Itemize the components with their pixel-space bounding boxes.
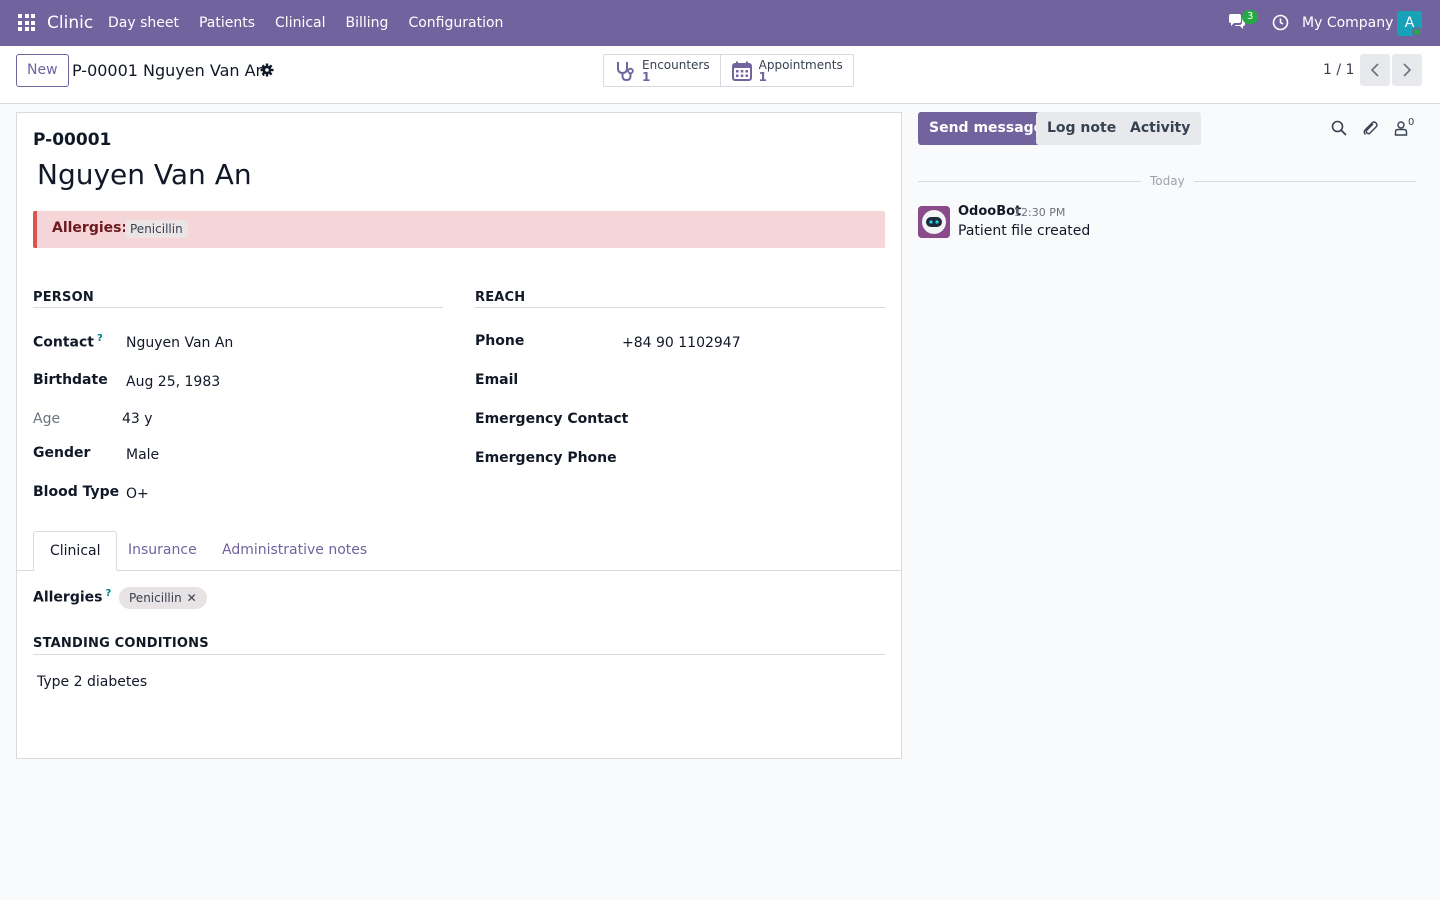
pager-value[interactable]: 1 / 1: [1323, 62, 1354, 78]
chip-remove-icon[interactable]: ✕: [187, 591, 197, 605]
phone-label: Phone: [475, 333, 525, 349]
menu-item-day-sheet[interactable]: Day sheet: [108, 15, 179, 31]
control-panel: New P-00001 Nguyen Van An Encounters 1 A…: [0, 46, 1440, 104]
age-label: Age: [33, 411, 61, 427]
allergy-alert-label: Allergies:: [52, 220, 128, 236]
allergies-label: Allergies?: [33, 588, 111, 606]
patient-name-field[interactable]: Nguyen Van An: [37, 158, 252, 191]
contact-help-icon[interactable]: ?: [97, 333, 103, 344]
menu-item-clinical[interactable]: Clinical: [275, 15, 325, 31]
send-message-button[interactable]: Send message: [918, 112, 1055, 145]
encounters-smart-button[interactable]: Encounters 1: [604, 55, 720, 86]
message-time: 12:30 PM: [1014, 206, 1066, 219]
paperclip-icon[interactable]: [1362, 120, 1378, 136]
breadcrumb: P-00001 Nguyen Van An: [72, 61, 266, 80]
standing-conditions-field[interactable]: Type 2 diabetes: [37, 674, 147, 690]
log-note-button[interactable]: Log note: [1036, 112, 1128, 145]
new-button[interactable]: New: [16, 54, 69, 87]
date-separator-label: Today: [1141, 174, 1194, 188]
messages-count-badge: 3: [1242, 10, 1259, 24]
allergies-label-text: Allergies: [33, 589, 103, 606]
birthdate-field[interactable]: Aug 25, 1983: [126, 374, 220, 390]
emergency-contact-label: Emergency Contact: [475, 411, 629, 427]
standing-conditions-title: STANDING CONDITIONS: [33, 636, 209, 651]
company-switcher[interactable]: My Company: [1302, 15, 1393, 31]
birthdate-label: Birthdate: [33, 372, 108, 388]
allergy-alert: Allergies: Penicillin: [33, 211, 885, 248]
email-label: Email: [475, 372, 519, 388]
contact-label: Contact?: [33, 333, 103, 351]
robot-icon: [918, 206, 950, 238]
allergy-chip-label: Penicillin: [129, 591, 182, 605]
pager-next-button[interactable]: [1392, 54, 1422, 86]
clock-icon[interactable]: [1272, 14, 1289, 31]
allergies-help-icon[interactable]: ?: [105, 588, 111, 599]
tab-insurance[interactable]: Insurance: [112, 531, 213, 571]
smart-button-count: 1: [758, 69, 767, 84]
followers-count: 0: [1408, 117, 1415, 128]
allergy-chip: Penicillin ✕: [119, 587, 207, 609]
person-group-divider: [33, 307, 443, 308]
reach-group-title: REACH: [475, 290, 526, 305]
menu-item-patients[interactable]: Patients: [199, 15, 255, 31]
blood-type-field[interactable]: O+: [126, 486, 149, 502]
menu-item-configuration[interactable]: Configuration: [408, 15, 503, 31]
stethoscope-icon: [617, 61, 634, 81]
tab-clinical[interactable]: Clinical: [33, 531, 118, 571]
form-tabs: Clinical Insurance Administrative notes: [17, 531, 901, 571]
tab-administrative-notes[interactable]: Administrative notes: [206, 531, 383, 571]
reach-group-divider: [475, 307, 885, 308]
followers-icon[interactable]: [1393, 120, 1409, 136]
search-icon[interactable]: [1331, 120, 1347, 136]
gear-icon[interactable]: [260, 63, 274, 77]
smart-button-label: Appointments: [758, 57, 843, 72]
age-value: 43 y: [122, 411, 153, 427]
apps-menu-icon[interactable]: [18, 14, 35, 31]
calendar-icon: [731, 61, 752, 81]
emergency-phone-label: Emergency Phone: [475, 450, 617, 466]
person-group-title: PERSON: [33, 290, 94, 305]
online-status-dot: [1412, 27, 1422, 37]
contact-label-text: Contact: [33, 334, 94, 351]
chevron-right-icon: [1403, 63, 1412, 77]
menu-item-billing[interactable]: Billing: [346, 15, 389, 31]
contact-field[interactable]: Nguyen Van An: [126, 335, 233, 351]
gender-label: Gender: [33, 445, 91, 461]
activity-button[interactable]: Activity: [1119, 112, 1202, 145]
message-author[interactable]: OdooBot: [958, 204, 1021, 219]
app-brand[interactable]: Clinic: [47, 13, 93, 33]
main-menu: Day sheet Patients Clinical Billing Conf…: [108, 15, 503, 31]
standing-conditions-divider: [33, 654, 885, 655]
message-body: Patient file created: [958, 223, 1091, 239]
odoobot-avatar: [918, 206, 950, 238]
chevron-left-icon: [1370, 63, 1379, 77]
phone-field[interactable]: +84 90 1102947: [622, 335, 741, 351]
smart-buttons: Encounters 1 Appointments 1: [603, 54, 854, 87]
blood-type-label: Blood Type: [33, 484, 120, 500]
allergy-alert-tag: Penicillin: [125, 220, 188, 238]
pager-previous-button[interactable]: [1360, 54, 1390, 86]
patient-form-sheet: P-00001 Nguyen Van An Allergies: Penicil…: [16, 112, 902, 759]
smart-button-label: Encounters: [642, 57, 710, 72]
smart-button-count: 1: [642, 69, 651, 84]
appointments-smart-button[interactable]: Appointments 1: [719, 55, 853, 86]
top-navbar: Clinic Day sheet Patients Clinical Billi…: [0, 0, 1440, 46]
gender-field[interactable]: Male: [126, 447, 159, 463]
patient-reference: P-00001: [33, 130, 112, 150]
